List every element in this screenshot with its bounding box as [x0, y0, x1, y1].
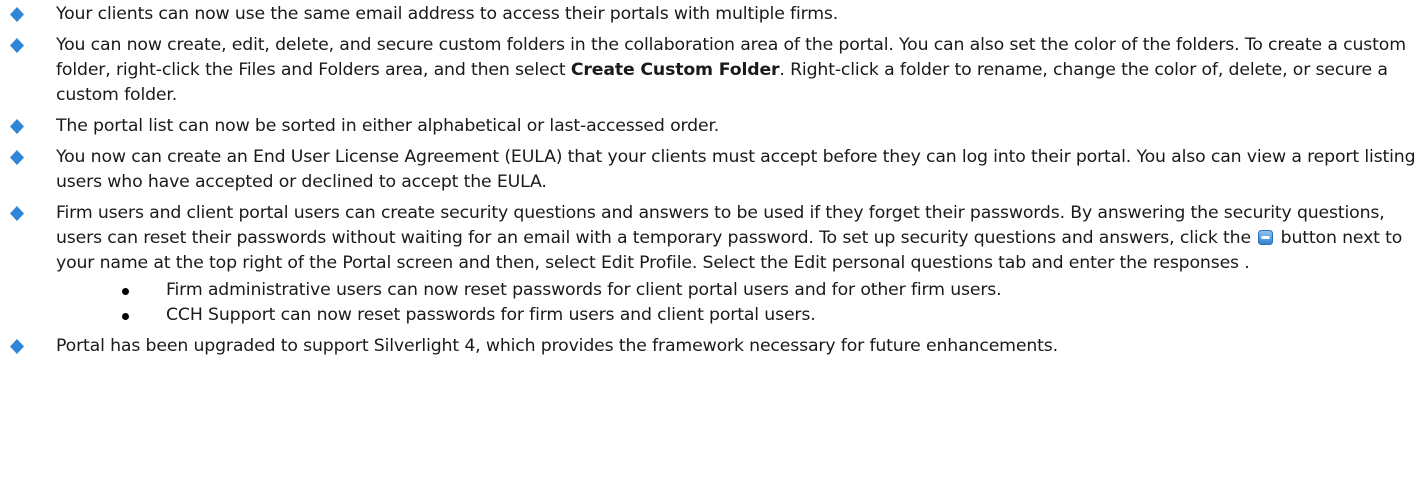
sub-list: Firm administrative users can now reset …	[56, 278, 1418, 328]
item-text: Firm users and client portal users can c…	[56, 203, 1385, 248]
item-text: You now can create an End User License A…	[56, 147, 1416, 192]
item-text: The portal list can now be sorted in eit…	[56, 116, 720, 136]
sub-item-text: Firm administrative users can now reset …	[166, 280, 1002, 300]
list-item: Your clients can now use the same email …	[0, 2, 1424, 27]
diamond-bullet-icon	[10, 206, 24, 221]
list-item: Firm users and client portal users can c…	[0, 201, 1424, 328]
release-notes-document: Your clients can now use the same email …	[0, 0, 1424, 484]
list-item: The portal list can now be sorted in eit…	[0, 114, 1424, 139]
list-item: Portal has been upgraded to support Silv…	[0, 334, 1424, 359]
feature-list: Your clients can now use the same email …	[0, 2, 1424, 359]
diamond-bullet-icon	[10, 339, 24, 354]
create-custom-folder-label: Create Custom Folder	[570, 60, 780, 80]
list-item: You can now create, edit, delete, and se…	[0, 33, 1424, 108]
item-text: Your clients can now use the same email …	[56, 4, 839, 24]
sub-list-item: Firm administrative users can now reset …	[56, 278, 1418, 303]
sub-list-item: CCH Support can now reset passwords for …	[56, 303, 1418, 328]
diamond-bullet-icon	[10, 119, 24, 134]
diamond-bullet-icon	[10, 7, 24, 22]
sub-item-text: CCH Support can now reset passwords for …	[166, 305, 816, 325]
list-item: You now can create an End User License A…	[0, 145, 1424, 195]
round-bullet-icon	[122, 313, 129, 320]
round-bullet-icon	[122, 288, 129, 295]
dropdown-button-icon	[1258, 228, 1274, 245]
diamond-bullet-icon	[10, 38, 24, 53]
diamond-bullet-icon	[10, 150, 24, 165]
item-text: Portal has been upgraded to support Silv…	[56, 336, 1058, 356]
